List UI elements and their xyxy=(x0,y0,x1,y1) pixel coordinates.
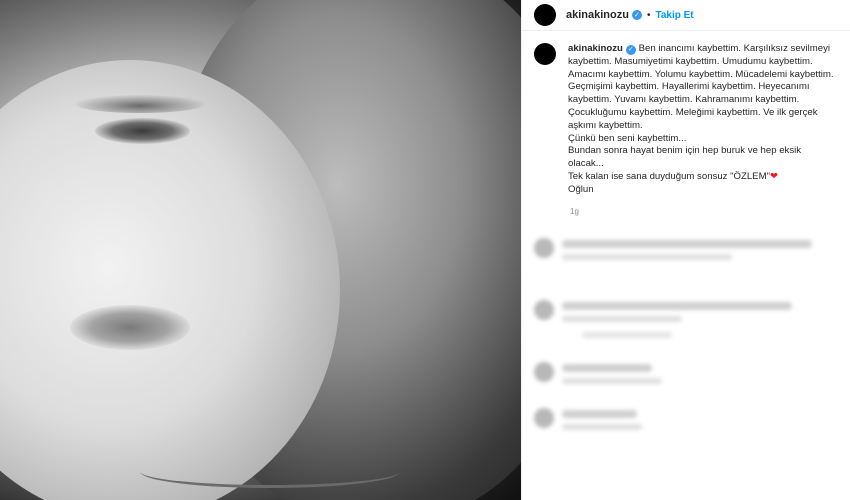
caption-line: Bundan sonra hayat benim için hep buruk … xyxy=(568,145,802,170)
post-side-panel: akinakinozu ✓ • Takip Et akinakinozu ✓ Be… xyxy=(522,0,850,500)
caption-row: akinakinozu ✓ Ben inancımı kaybettim. Kar… xyxy=(522,31,850,197)
verified-badge-icon: ✓ xyxy=(625,45,636,56)
photo-lips xyxy=(70,305,190,350)
caption-avatar[interactable] xyxy=(534,43,556,65)
header-separator: • xyxy=(646,9,651,21)
blurred-comment xyxy=(522,356,850,384)
photo-brow xyxy=(75,95,205,113)
comment-text-blurred xyxy=(582,332,672,338)
comment-avatar xyxy=(534,362,554,382)
comment-list xyxy=(522,232,850,448)
comment-avatar xyxy=(534,300,554,320)
caption-line: Ben inancımı kaybettim. Karşılıksız sevi… xyxy=(638,43,830,54)
post-photo xyxy=(0,0,521,500)
comment-text-blurred xyxy=(562,364,652,372)
caption-line: kaybettim. Masumiyetimi kaybettim. Umudu… xyxy=(568,55,813,67)
caption-line: kaybettim. Yuvamı kaybettim. Kahramanımı… xyxy=(568,94,800,106)
caption-line: Geçmişimi kaybettim. Hayallerimi kaybett… xyxy=(568,81,810,93)
comment-text-blurred xyxy=(562,378,662,384)
avatar[interactable] xyxy=(534,4,556,26)
photo-eye xyxy=(95,118,190,144)
caption-line: Çocukluğumu kaybettim. Meleğimi kaybetti… xyxy=(568,106,818,118)
comment-text-blurred xyxy=(562,424,642,430)
caption-username[interactable]: akinakinozu xyxy=(568,43,623,54)
verified-badge-icon: ✓ xyxy=(631,10,642,20)
heart-icon: ❤ xyxy=(769,170,779,182)
blurred-comment xyxy=(522,402,850,430)
comment-avatar xyxy=(534,408,554,428)
post-timestamp[interactable]: 1g xyxy=(570,207,850,216)
caption-line: Çünkü ben seni kaybettim... xyxy=(568,132,687,144)
comment-text-blurred xyxy=(562,316,682,322)
caption-line: Oğlun xyxy=(568,183,594,195)
photo-necklace xyxy=(140,455,400,488)
blurred-comment xyxy=(522,294,850,338)
caption-line: aşkımı kaybettim. xyxy=(568,119,643,131)
comment-text-blurred xyxy=(562,410,637,418)
post-header: akinakinozu ✓ • Takip Et xyxy=(522,0,850,31)
comment-text-blurred xyxy=(562,254,732,260)
blurred-comment xyxy=(522,232,850,260)
comment-text-blurred xyxy=(562,302,792,310)
header-username[interactable]: akinakinozu xyxy=(566,9,629,21)
caption-line: Amacımı kaybettim. Yolumu kaybettim. Müc… xyxy=(568,68,834,80)
caption-line-text: Tek kalan ise sana duyduğum sonsuz "ÖZLE… xyxy=(568,170,770,182)
caption-line-ozlem: Tek kalan ise sana duyduğum sonsuz "ÖZLE… xyxy=(568,171,838,184)
comment-text-blurred xyxy=(562,240,812,248)
caption: akinakinozu ✓ Ben inancımı kaybettim. Kar… xyxy=(568,43,838,197)
follow-button[interactable]: Takip Et xyxy=(655,10,693,21)
comment-avatar xyxy=(534,238,554,258)
